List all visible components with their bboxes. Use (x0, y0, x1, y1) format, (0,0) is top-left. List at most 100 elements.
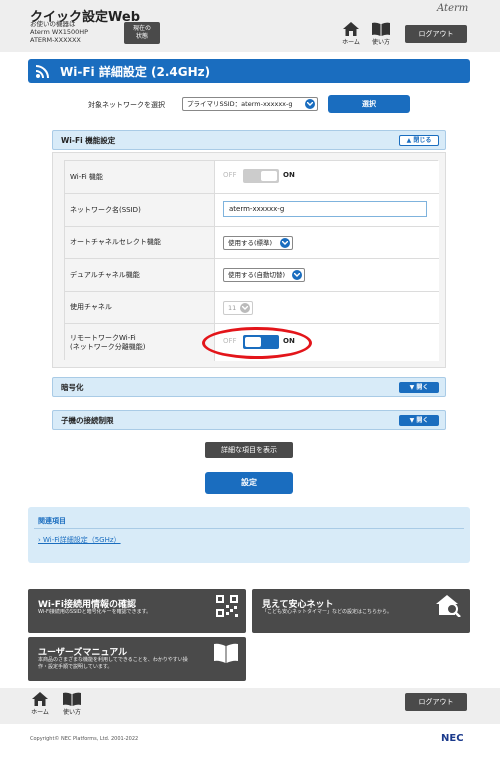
dual-channel-value: 使用する(自動切替) (215, 259, 439, 291)
connection-limit-section-title: 子機の接続制限 (61, 416, 114, 425)
expand-button-label: 開く (416, 384, 429, 391)
table-row: ネットワーク名(SSID) aterm-xxxxxx-g (65, 193, 439, 226)
footer-home-nav[interactable]: ホーム (26, 692, 54, 716)
chevron-down-icon: ▼ (409, 384, 415, 391)
home-search-icon (436, 595, 461, 617)
dual-channel-select[interactable]: 使用する(自動切替) (223, 268, 305, 282)
status-button-line1: 現在の (132, 25, 151, 32)
user-manual-card[interactable]: ユーザーズマニュアル 本商品のさまざまな機能を利用してできることを、わかりやすい… (28, 637, 246, 681)
table-row: デュアルチャネル機能 使用する(自動切替) (65, 258, 439, 291)
page-title-bar: Wi-Fi 詳細設定 (2.4GHz) (28, 59, 470, 83)
logout-button[interactable]: ログアウト (405, 25, 467, 43)
encryption-section-title: 暗号化 (61, 383, 84, 392)
toggle-on-label: ON (283, 171, 295, 179)
device-name: ATERM-XXXXXX (30, 36, 81, 44)
wifi-enable-toggle[interactable]: OFF ON (223, 168, 303, 184)
device-info: お使いの機器は Aterm WX1500HP ATERM-XXXXXX (30, 20, 88, 44)
chevron-down-icon (280, 238, 290, 248)
show-details-button[interactable]: 詳細な項目を表示 (205, 442, 293, 458)
channel-label: 使用チャネル (65, 292, 215, 323)
table-row: 使用チャネル 11 (65, 291, 439, 323)
remote-work-label: リモートワークWi-Fi (ネットワーク分離機能) (65, 324, 215, 361)
book-icon (372, 22, 390, 36)
copyright: Copyright© NEC Platforms, Ltd. 2001-2022 (30, 736, 139, 742)
toggle-knob (261, 171, 277, 181)
chevron-up-icon: ▲ (406, 137, 412, 144)
channel-value: 11 (215, 292, 439, 323)
status-button-line2: 状態 (135, 33, 148, 40)
select-network-button[interactable]: 選択 (328, 95, 410, 113)
guide-label: 使い方 (371, 39, 390, 46)
wifi-5ghz-link[interactable]: › Wi-Fi詳細設定（5GHz） (38, 535, 121, 545)
remote-work-label-line2: (ネットワーク分離機能) (70, 342, 146, 351)
wifi-enable-label: Wi-Fi 機能 (65, 161, 215, 193)
chevron-down-icon: ▼ (409, 417, 415, 424)
expand-connection-limit-button[interactable]: ▼ 開く (399, 415, 439, 426)
table-row: オートチャネルセレクト機能 使用する(標準) (65, 226, 439, 258)
footer: ホーム 使い方 ログアウト (0, 688, 500, 724)
toggle-track (243, 169, 279, 183)
channel-select[interactable]: 11 (223, 301, 253, 315)
wifi-function-section-header[interactable]: Wi-Fi 機能設定 ▲ 閉じる (52, 130, 446, 150)
highlight-circle (202, 327, 312, 359)
footer-guide-nav[interactable]: 使い方 (58, 692, 86, 716)
book-icon (214, 643, 238, 663)
nec-logo: NEC (441, 733, 464, 744)
footer-logout-button[interactable]: ログアウト (405, 693, 467, 711)
wifi-info-card-desc: Wi-Fi接続用のSSIDと暗号化キーを確認できます。 (38, 609, 152, 615)
user-manual-desc-line2: 作・設定手順で説明しています。 (38, 664, 113, 670)
user-manual-card-desc: 本商品のさまざまな機能を利用してできることを、わかりやすい操 作・設定手順で説明… (38, 657, 218, 671)
network-select-value: プライマリSSID：aterm-xxxxxx-g (187, 100, 293, 108)
aterm-logo: Aterm (437, 3, 469, 14)
device-info-line1: お使いの機器は (30, 20, 76, 28)
dual-channel-label: デュアルチャネル機能 (65, 259, 215, 291)
chevron-down-icon (240, 303, 250, 313)
footer-home-label: ホーム (31, 709, 49, 716)
dual-channel-select-value: 使用する(自動切替) (228, 271, 286, 279)
wifi-enable-value: OFF ON (215, 161, 439, 193)
expand-button-label: 開く (416, 417, 429, 424)
ssid-input[interactable]: aterm-xxxxxx-g (223, 201, 427, 217)
ssid-label: ネットワーク名(SSID) (65, 194, 215, 226)
collapse-button[interactable]: ▲ 閉じる (399, 135, 439, 146)
auto-channel-value: 使用する(標準) (215, 227, 439, 258)
toggle-off-label: OFF (223, 171, 237, 179)
network-select[interactable]: プライマリSSID：aterm-xxxxxx-g (182, 97, 318, 111)
home-nav[interactable]: ホーム (337, 22, 365, 46)
book-icon (63, 692, 81, 706)
wifi-icon (35, 65, 49, 79)
safe-net-card[interactable]: 見えて安心ネット 「こども安心ネットタイマー」などの設定はこちらから。 (252, 589, 470, 633)
apply-button[interactable]: 設定 (205, 472, 293, 494)
wifi-info-card[interactable]: Wi-Fi接続用情報の確認 Wi-Fi接続用のSSIDと暗号化キーを確認できます… (28, 589, 246, 633)
home-icon (32, 692, 48, 706)
remote-work-label-line1: リモートワークWi-Fi (70, 333, 136, 342)
related-items-title: 関連項目 (38, 517, 66, 525)
guide-nav[interactable]: 使い方 (367, 22, 395, 46)
auto-channel-select[interactable]: 使用する(標準) (223, 236, 293, 250)
auto-channel-label: オートチャネルセレクト機能 (65, 227, 215, 258)
home-label: ホーム (342, 39, 360, 46)
connection-limit-section-header[interactable]: 子機の接続制限 ▼ 開く (52, 410, 446, 430)
current-status-button[interactable]: 現在の 状態 (124, 22, 160, 44)
auto-channel-select-value: 使用する(標準) (228, 239, 273, 247)
safe-net-card-desc: 「こども安心ネットタイマー」などの設定はこちらから。 (262, 609, 393, 615)
ssid-value: aterm-xxxxxx-g (215, 194, 439, 226)
chevron-down-icon (305, 99, 315, 109)
chevron-down-icon (292, 270, 302, 280)
table-row: Wi-Fi 機能 OFF ON (65, 161, 439, 193)
encryption-section-header[interactable]: 暗号化 ▼ 開く (52, 377, 446, 397)
home-icon (343, 22, 359, 36)
divider (34, 528, 464, 529)
device-model: Aterm WX1500HP (30, 28, 89, 36)
qr-code-icon (216, 595, 238, 617)
wifi-function-section-title: Wi-Fi 機能設定 (61, 136, 116, 145)
footer-guide-label: 使い方 (62, 709, 81, 716)
network-select-label: 対象ネットワークを選択 (88, 101, 165, 109)
wifi-5ghz-link-text: Wi-Fi詳細設定（5GHz） (43, 536, 121, 544)
user-manual-desc-line1: 本商品のさまざまな機能を利用してできることを、わかりやすい操 (38, 657, 188, 663)
page-title: Wi-Fi 詳細設定 (2.4GHz) (60, 65, 211, 79)
channel-select-value: 11 (228, 304, 237, 312)
related-items-box: 関連項目 › Wi-Fi詳細設定（5GHz） (28, 507, 470, 563)
expand-encryption-button[interactable]: ▼ 開く (399, 382, 439, 393)
collapse-button-label: 閉じる (413, 137, 432, 144)
